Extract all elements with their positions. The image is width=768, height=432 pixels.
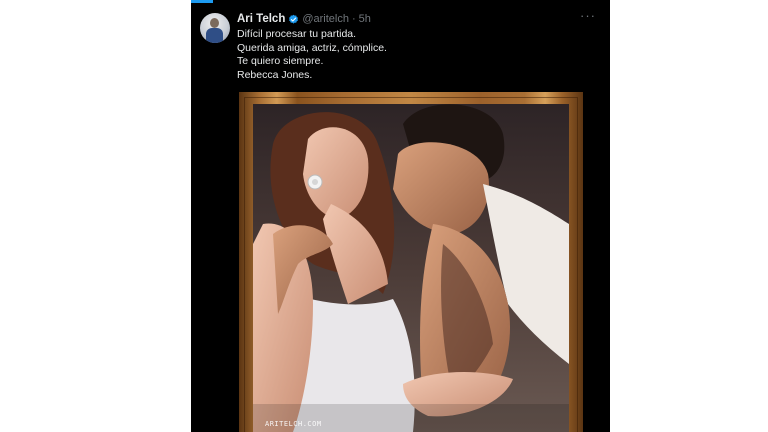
user-handle[interactable]: @aritelch [302, 13, 349, 25]
tweet-text: Difícil procesar tu partida. Querida ami… [237, 28, 597, 82]
tweet-text-line: Rebecca Jones. [237, 68, 313, 81]
image-watermark: ARITELCH.COM [265, 420, 322, 428]
avatar[interactable] [200, 13, 230, 43]
verified-badge-icon [289, 14, 299, 24]
active-tab-indicator [191, 0, 213, 3]
screenshot-page: Ari Telch @aritelch · 5h ··· Difícil pro… [0, 0, 768, 432]
tweet-header: Ari Telch @aritelch · 5h [237, 11, 371, 27]
photo-illustration [253, 104, 569, 432]
more-horizontal-icon[interactable]: ··· [580, 8, 596, 23]
tweet-text-line: Querida amiga, actriz, cómplice. [237, 41, 387, 54]
separator-dot: · [352, 13, 356, 25]
avatar-head [210, 18, 219, 28]
media-photo: ARITELCH.COM [253, 104, 569, 432]
display-name[interactable]: Ari Telch [237, 13, 285, 25]
tweet-text-line: Difícil procesar tu partida. [237, 28, 357, 40]
tweet-text-line: Te quiero siempre. [237, 55, 324, 67]
timestamp[interactable]: 5h [359, 13, 371, 25]
tweet-panel: Ari Telch @aritelch · 5h ··· Difícil pro… [191, 0, 610, 432]
tweet-media[interactable]: ARITELCH.COM [239, 92, 583, 432]
avatar-body [206, 28, 223, 43]
